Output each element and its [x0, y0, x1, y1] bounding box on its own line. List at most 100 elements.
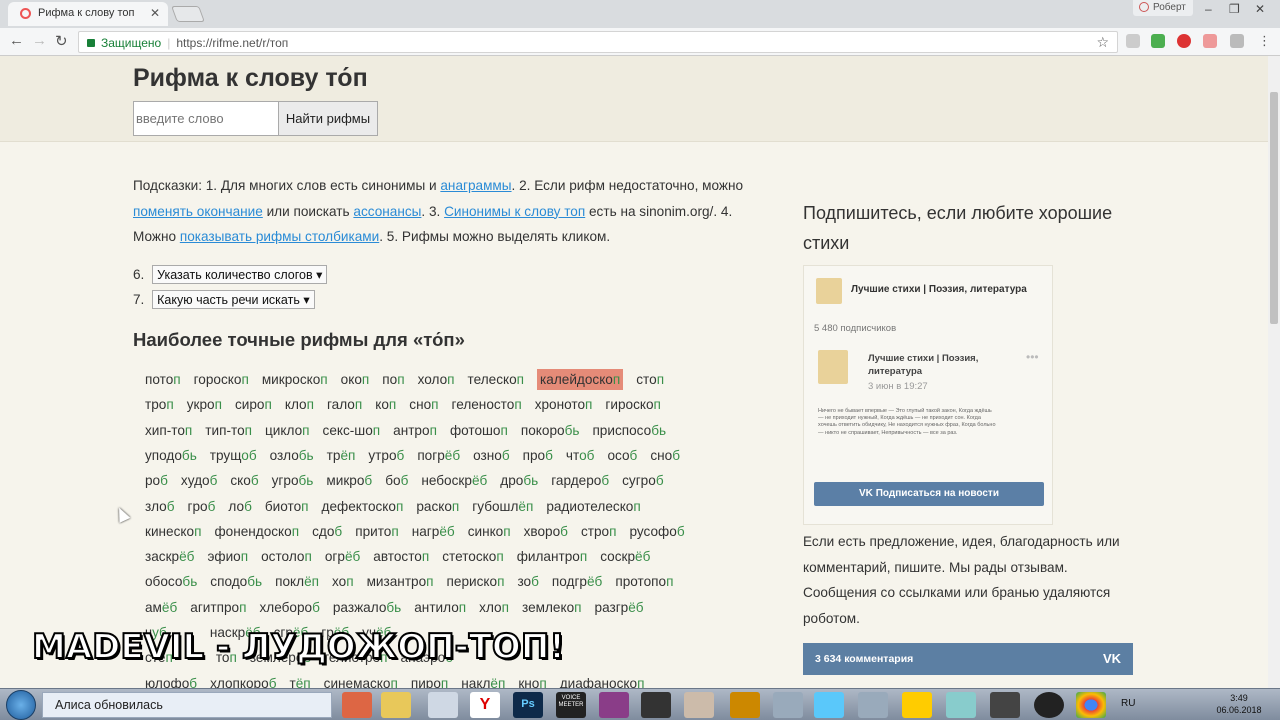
- rhyme-word[interactable]: утроб: [368, 445, 404, 466]
- vb-icon[interactable]: [641, 692, 671, 718]
- rhyme-word[interactable]: телескоп: [468, 369, 525, 390]
- vk-group-name[interactable]: Лучшие стихи | Поэзия, литература: [851, 284, 1027, 295]
- voicemeeter-icon[interactable]: VOICE MEETER: [556, 692, 586, 718]
- start-button[interactable]: [6, 690, 36, 720]
- rhyme-word[interactable]: сугроб: [622, 470, 663, 491]
- profile-button[interactable]: Роберт: [1133, 0, 1193, 16]
- forward-icon[interactable]: →: [32, 32, 47, 49]
- rhyme-word[interactable]: землекоп: [522, 597, 582, 618]
- rhyme-word[interactable]: мизантроп: [367, 571, 434, 592]
- clock[interactable]: 3:49 06.06.2018: [1214, 692, 1264, 716]
- adblock-icon[interactable]: [1177, 34, 1191, 48]
- browser-tab[interactable]: Рифма к слову топ ✕: [8, 2, 168, 26]
- rhyme-word[interactable]: угробь: [272, 470, 314, 491]
- rhyme-word[interactable]: дробь: [500, 470, 538, 491]
- rhyme-word[interactable]: трущоб: [210, 445, 257, 466]
- vk-subscribe-button[interactable]: VK Подписаться на новости: [814, 482, 1044, 506]
- app-icon[interactable]: [858, 692, 888, 718]
- rhyme-word[interactable]: хронотоп: [535, 394, 593, 415]
- app-icon[interactable]: [684, 692, 714, 718]
- rhyme-word[interactable]: протопоп: [615, 571, 673, 592]
- vk-post-title[interactable]: Лучшие стихи | Поэзия, литература: [868, 352, 1008, 378]
- rhyme-word[interactable]: сноб: [650, 445, 680, 466]
- chrome-icon[interactable]: [1076, 692, 1106, 718]
- rhyme-word[interactable]: хип-топ: [145, 420, 192, 441]
- rhyme-word[interactable]: фотошоп: [450, 420, 508, 441]
- app-icon[interactable]: [730, 692, 760, 718]
- extension-icon[interactable]: [1126, 34, 1140, 48]
- rhyme-word[interactable]: синкоп: [468, 521, 511, 542]
- rhyme-word[interactable]: подгрёб: [552, 571, 602, 592]
- minimize-icon[interactable]: –: [1205, 2, 1212, 16]
- rhyme-word[interactable]: радиотелескоп: [546, 496, 640, 517]
- more-icon[interactable]: •••: [1026, 350, 1039, 364]
- notification-banner[interactable]: Алиса обновилась: [42, 692, 332, 718]
- part-of-speech-select[interactable]: Какую часть речи искать ▾: [152, 290, 315, 309]
- close-tab-icon[interactable]: ✕: [150, 6, 160, 20]
- search-input[interactable]: [133, 101, 279, 136]
- rhyme-word[interactable]: зоб: [517, 571, 538, 592]
- rhyme-word[interactable]: заскрёб: [145, 546, 194, 567]
- group-logo[interactable]: [816, 278, 842, 304]
- rhyme-word[interactable]: особ: [607, 445, 637, 466]
- menu-icon[interactable]: ⋮: [1258, 33, 1271, 49]
- rhyme-word[interactable]: сдоб: [312, 521, 342, 542]
- rhyme-word[interactable]: хоп: [332, 571, 354, 592]
- rhyme-word[interactable]: фонендоскоп: [214, 521, 299, 542]
- rhyme-word[interactable]: погрёб: [417, 445, 460, 466]
- rhyme-word[interactable]: роб: [145, 470, 168, 491]
- rhyme-word[interactable]: проб: [523, 445, 553, 466]
- rhyme-word[interactable]: скоб: [230, 470, 258, 491]
- new-tab-button[interactable]: [171, 6, 205, 22]
- rhyme-word[interactable]: гироскоп: [605, 394, 661, 415]
- rhyme-word[interactable]: уподобь: [145, 445, 197, 466]
- rhyme-word[interactable]: сноп: [409, 394, 438, 415]
- rhyme-word[interactable]: поклёп: [275, 571, 319, 592]
- rhyme-word[interactable]: гардероб: [551, 470, 609, 491]
- anagrams-link[interactable]: анаграммы: [440, 178, 511, 193]
- media-player-icon[interactable]: [814, 692, 844, 718]
- syllables-select[interactable]: Указать количество слогов ▾: [152, 265, 328, 284]
- rhyme-word[interactable]: холоп: [418, 369, 455, 390]
- rhyme-word[interactable]: боб: [385, 470, 408, 491]
- rhyme-word[interactable]: стоп: [636, 369, 664, 390]
- rhyme-word[interactable]: стетоскоп: [442, 546, 503, 567]
- rhyme-word[interactable]: троп: [145, 394, 174, 415]
- rhyme-word[interactable]: окоп: [341, 369, 370, 390]
- find-rhymes-button[interactable]: Найти рифмы: [278, 101, 378, 136]
- rhyme-word[interactable]: поп: [382, 369, 404, 390]
- rhyme-word[interactable]: остолоп: [261, 546, 312, 567]
- close-window-icon[interactable]: ✕: [1255, 2, 1265, 16]
- rhyme-word[interactable]: автостоп: [373, 546, 429, 567]
- app-icon[interactable]: [902, 692, 932, 718]
- rhyme-word[interactable]: филантроп: [517, 546, 588, 567]
- rhyme-word[interactable]: гроб: [188, 496, 216, 517]
- rhyme-word[interactable]: антилоп: [414, 597, 466, 618]
- rhyme-word[interactable]: биотоп: [265, 496, 309, 517]
- obs-icon[interactable]: [1034, 692, 1064, 718]
- rhyme-word[interactable]: трёп: [327, 445, 356, 466]
- rhyme-word[interactable]: гороскоп: [194, 369, 249, 390]
- rhyme-word[interactable]: приспособь: [592, 420, 666, 441]
- rhyme-word[interactable]: покоробь: [521, 420, 580, 441]
- rhyme-word[interactable]: озлобь: [270, 445, 314, 466]
- rhyme-word[interactable]: нагрёб: [412, 521, 455, 542]
- rhyme-word[interactable]: разгрёб: [595, 597, 644, 618]
- rhyme-word[interactable]: раскоп: [416, 496, 459, 517]
- rhyme-word[interactable]: амёб: [145, 597, 177, 618]
- rhyme-word[interactable]: соскрёб: [600, 546, 650, 567]
- folder-icon[interactable]: [381, 692, 411, 718]
- rhyme-word[interactable]: тип-топ: [205, 420, 252, 441]
- rhyme-word[interactable]: клоп: [285, 394, 314, 415]
- rhyme-word[interactable]: притоп: [355, 521, 399, 542]
- rhyme-word[interactable]: антроп: [393, 420, 437, 441]
- rhyme-word[interactable]: микроскоп: [262, 369, 328, 390]
- app-icon[interactable]: [946, 692, 976, 718]
- rhyme-word[interactable]: эфиоп: [207, 546, 248, 567]
- app-icon[interactable]: [342, 692, 372, 718]
- rhyme-word[interactable]: геленостоп: [452, 394, 522, 415]
- columns-link[interactable]: показывать рифмы столбиками: [180, 229, 379, 244]
- photoshop-icon[interactable]: Ps: [513, 692, 543, 718]
- change-ending-link[interactable]: поменять окончание: [133, 204, 263, 219]
- rhyme-word[interactable]: хвороб: [524, 521, 568, 542]
